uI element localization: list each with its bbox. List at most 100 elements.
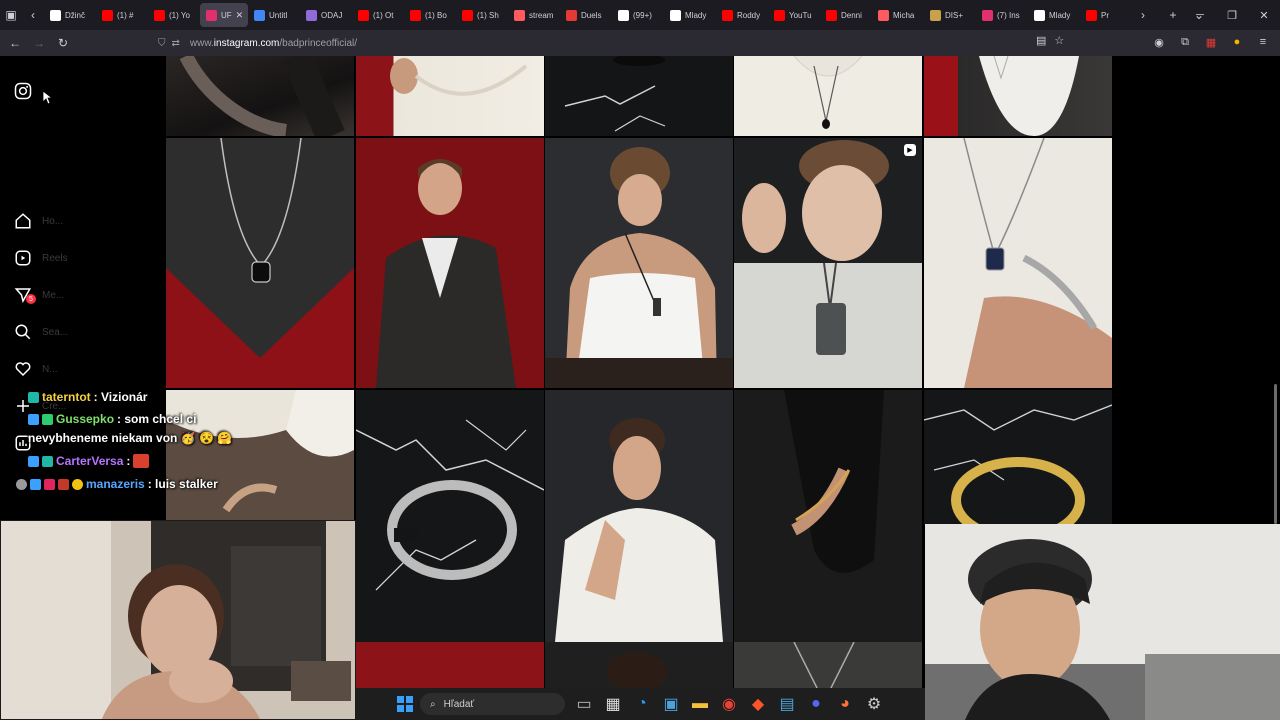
post-image (179, 56, 345, 136)
windows-start-icon[interactable] (394, 693, 416, 715)
browser-tab[interactable]: Mlady (1028, 3, 1080, 27)
browser-tab[interactable]: Džinč (44, 3, 96, 27)
browser-tab[interactable]: Denni (820, 3, 872, 27)
instagram-logo[interactable] (14, 82, 32, 100)
tab-favicon-icon (358, 9, 369, 21)
browser-tab[interactable]: Untitl (248, 3, 300, 27)
back-icon[interactable]: ← (4, 32, 26, 54)
browser-tab[interactable]: (1) Ot (352, 3, 404, 27)
taskbar-search-label: Hľadať (443, 698, 475, 710)
new-tab-icon[interactable]: + (1162, 4, 1184, 26)
post-image (924, 138, 1112, 388)
post-tile[interactable] (545, 390, 733, 642)
tab-label: UF (221, 10, 232, 20)
shield-icon[interactable]: ⛉ (158, 38, 166, 49)
close-window-icon[interactable]: ✕ (1248, 0, 1280, 30)
post-tile[interactable] (924, 56, 1112, 136)
tab-favicon-icon (826, 9, 837, 21)
sidebar-item-reels[interactable]: Reels (14, 249, 68, 267)
task-view-icon[interactable]: ▭ (573, 693, 595, 715)
browser-tab[interactable]: Micha (872, 3, 924, 27)
extension-badge-icon[interactable]: ▦ (1202, 33, 1220, 51)
browser-tab[interactable]: (99+) (612, 3, 664, 27)
chat-badge-icon (72, 478, 83, 490)
browser-tab[interactable]: YouTu (768, 3, 820, 27)
browser-tab[interactable]: UF ✕ (200, 3, 248, 27)
tab-favicon-icon (254, 9, 265, 21)
browser-tab[interactable]: Roddy (716, 3, 768, 27)
post-tile[interactable] (924, 138, 1112, 388)
firefox-icon[interactable]: ◕ (834, 693, 856, 715)
tab-favicon-icon (1086, 9, 1097, 21)
post-tile[interactable] (545, 56, 733, 136)
tab-overview-icon[interactable]: ▣ (0, 4, 22, 26)
browser-tab[interactable]: Mlady (664, 3, 716, 27)
discord-icon[interactable]: ● (805, 693, 827, 715)
page-scrollbar[interactable] (1274, 384, 1277, 524)
post-tile[interactable] (734, 56, 922, 136)
sidebar-item-home[interactable]: Ho... (14, 212, 63, 230)
tab-favicon-icon (50, 9, 61, 21)
chat-badge-icon (58, 478, 69, 490)
url-bar[interactable]: ⛉ ⇄ www.instagram.com/badprinceofficial/ (150, 32, 1080, 54)
browser-tab[interactable]: DIS+ (924, 3, 976, 27)
extensions-icon[interactable]: ⧉ (1176, 33, 1194, 51)
extension-color-icon[interactable]: ● (1228, 33, 1246, 51)
post-tile[interactable] (356, 56, 544, 136)
post-tile[interactable] (356, 138, 544, 388)
bookmark-star-icon[interactable]: ☆ (1054, 34, 1064, 47)
sidebar-item-search[interactable]: Sea... (14, 323, 68, 341)
sidebar-item-heart[interactable]: N... (14, 360, 58, 378)
browser-tab[interactable]: ODAJ (300, 3, 352, 27)
minimize-icon[interactable]: ─ (1184, 0, 1216, 30)
restore-icon[interactable]: ❐ (1216, 0, 1248, 30)
webcam-image (1, 521, 355, 719)
notepad-icon[interactable]: ▤ (776, 693, 798, 715)
tab-favicon-icon (206, 9, 217, 21)
browser-tab[interactable]: (1) # (96, 3, 148, 27)
photos-icon[interactable]: ▣ (660, 693, 682, 715)
browser-tab[interactable]: Pr (1080, 3, 1132, 27)
settings-icon[interactable]: ⚙ (863, 693, 885, 715)
tab-label: (1) # (117, 10, 134, 20)
browser-tab[interactable]: (1) Bo (404, 3, 456, 27)
scroll-tabs-right-icon[interactable]: › (1132, 4, 1154, 26)
close-tab-icon[interactable]: ✕ (236, 10, 244, 21)
tab-label: YouTu (789, 10, 812, 20)
reader-view-icon[interactable]: ▤ (1036, 34, 1046, 47)
browser-tab[interactable]: (7) Ins (976, 3, 1028, 27)
post-tile[interactable] (734, 390, 922, 642)
brave-icon[interactable]: ◆ (747, 693, 769, 715)
url-path: /badprinceofficial/ (279, 37, 358, 49)
forward-icon[interactable]: → (28, 32, 50, 54)
post-tile[interactable] (166, 390, 354, 520)
browser-tab[interactable]: stream (508, 3, 560, 27)
permissions-icon[interactable]: ⇄ (172, 38, 180, 49)
scroll-tabs-left-icon[interactable]: ‹ (22, 4, 44, 26)
sidebar-item-messages[interactable]: 5 Me... (14, 286, 64, 304)
tab-label: Micha (893, 10, 915, 20)
store-icon[interactable]: ▦ (602, 693, 624, 715)
post-tile[interactable] (356, 390, 544, 642)
menu-icon[interactable]: ≡ (1254, 33, 1272, 51)
edge-icon[interactable]: ◔ (631, 693, 653, 715)
post-image (356, 138, 544, 388)
mouse-cursor-icon (43, 91, 53, 105)
taskbar-search[interactable]: ⌕ Hľadať (420, 693, 565, 715)
chat-badge-icon (44, 478, 55, 490)
post-tile[interactable] (545, 138, 733, 388)
post-image (734, 390, 922, 642)
reload-icon[interactable]: ↻ (52, 32, 74, 54)
post-tile[interactable] (166, 138, 354, 388)
browser-tab[interactable]: Duels (560, 3, 612, 27)
post-tile[interactable] (924, 390, 1112, 525)
browser-tab[interactable]: (1) Yo (148, 3, 200, 27)
post-tile[interactable] (166, 56, 354, 136)
chat-badge-icon (16, 478, 27, 490)
browser-tab[interactable]: (1) Sh (456, 3, 508, 27)
chrome-icon[interactable]: ◉ (718, 693, 740, 715)
reels-icon (14, 249, 32, 267)
post-tile[interactable]: ▶ (734, 138, 922, 388)
file-explorer-icon[interactable]: ▬ (689, 693, 711, 715)
account-icon[interactable]: ◉ (1150, 33, 1168, 51)
